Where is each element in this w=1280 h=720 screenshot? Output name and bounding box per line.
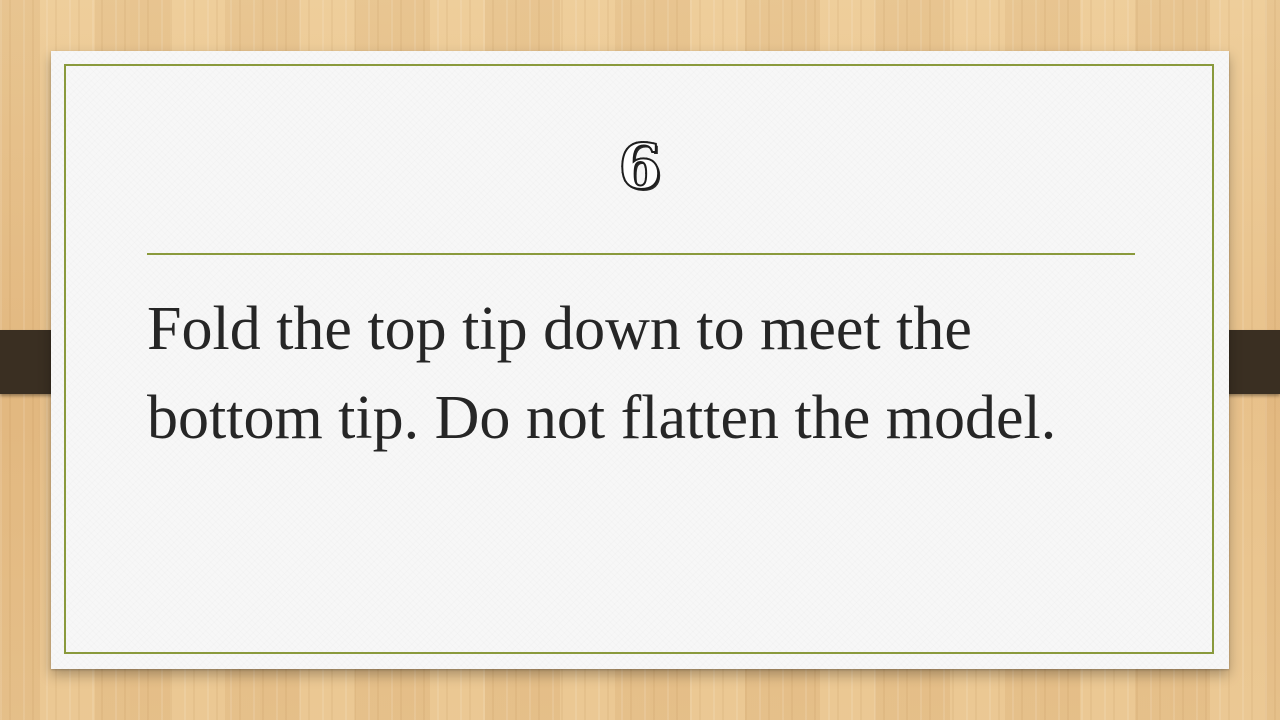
title-divider: [147, 253, 1135, 255]
slide: 6 Fold the top tip down to meet the bott…: [0, 0, 1280, 720]
slide-title: 6: [0, 131, 1280, 203]
slide-body-text: Fold the top tip down to meet the bottom…: [147, 295, 1057, 452]
